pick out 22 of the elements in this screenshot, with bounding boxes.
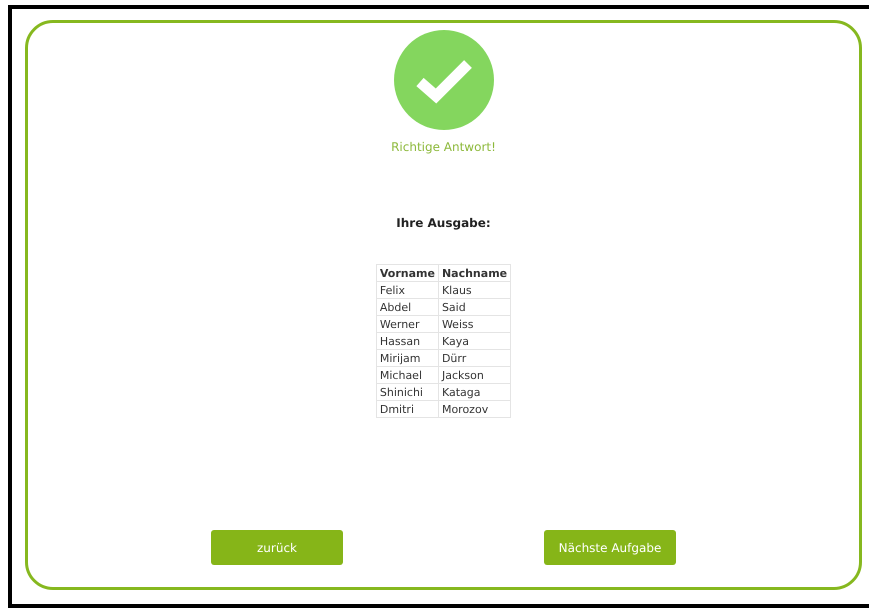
table-cell: Shinichi — [376, 384, 438, 400]
table-cell: Michael — [376, 366, 438, 384]
table-cell: Dürr — [438, 350, 511, 366]
table-cell: Abdel — [376, 298, 438, 316]
table-cell: Morozov — [438, 400, 511, 418]
table-cell: Klaus — [438, 282, 511, 298]
result-message: Richtige Antwort! — [391, 139, 496, 156]
table-cell: Felix — [376, 282, 438, 298]
table-cell: Weiss — [438, 316, 511, 332]
table-cell: Kataga — [438, 384, 511, 400]
table-cell: Werner — [376, 316, 438, 332]
table-cell: Dmitri — [376, 400, 438, 418]
column-header: Vorname — [376, 264, 438, 282]
table-cell: Said — [438, 298, 511, 316]
column-header: Nachname — [438, 264, 511, 282]
table-cell: Jackson — [438, 366, 511, 384]
next-button[interactable]: Nächste Aufgabe — [544, 530, 676, 565]
table-cell: Hassan — [376, 332, 438, 350]
back-button[interactable]: zurück — [211, 530, 343, 565]
table-cell: Kaya — [438, 332, 511, 350]
output-heading: Ihre Ausgabe: — [396, 215, 491, 232]
table-cell: Mirijam — [376, 350, 438, 366]
